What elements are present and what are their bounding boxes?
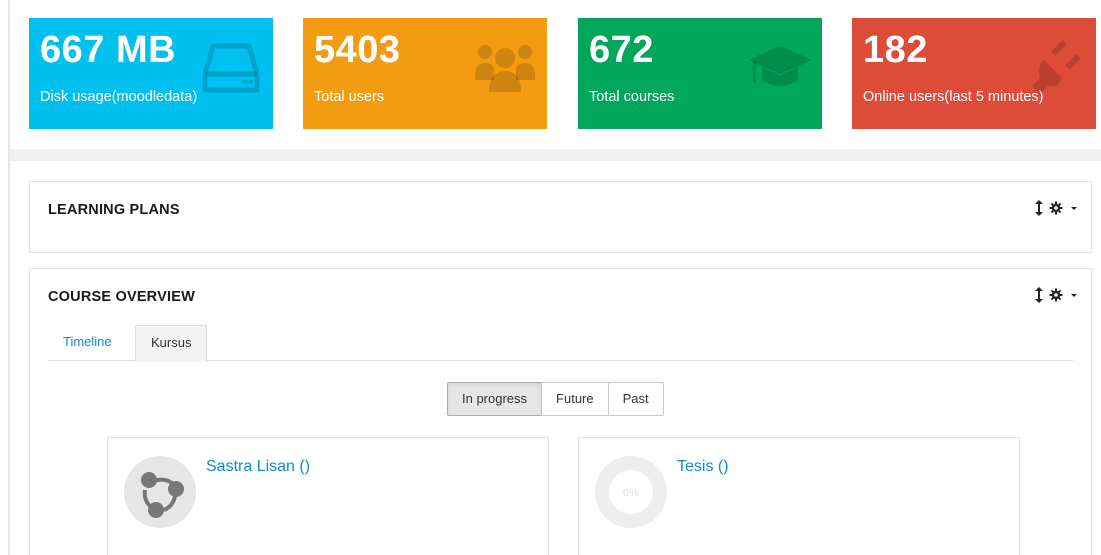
course-card: Sastra Lisan () <box>107 437 549 555</box>
stat-label: Online users(last 5 minutes) <box>863 89 1044 105</box>
stat-value: 5403 <box>314 29 401 71</box>
stat-label: Total courses <box>589 89 675 105</box>
stat-total-courses: 672 Total courses <box>578 18 822 129</box>
users-icon <box>475 45 535 92</box>
stat-value: 672 <box>589 29 654 71</box>
stat-label: Disk usage(moodledata) <box>40 89 198 105</box>
course-share-icon <box>124 456 196 528</box>
section-divider <box>10 149 1101 161</box>
plug-icon <box>1032 40 1081 94</box>
progress-label: 0% <box>623 487 639 499</box>
course-title-link[interactable]: Tesis () <box>677 458 729 476</box>
gear-icon[interactable] <box>1049 288 1063 302</box>
stat-online-users: 182 Online users(last 5 minutes) <box>852 18 1096 129</box>
move-icon[interactable] <box>1035 287 1043 303</box>
hard-drive-icon <box>202 43 260 93</box>
progress-ring: 0% <box>595 456 667 528</box>
tab-kursus[interactable]: Kursus <box>135 325 208 362</box>
graduation-cap-icon <box>748 46 812 86</box>
block-title: LEARNING PLANS <box>48 202 180 218</box>
filter-past-button[interactable]: Past <box>607 382 664 416</box>
stat-total-users: 5403 Total users <box>303 18 547 129</box>
block-controls <box>1035 287 1079 303</box>
learning-plans-block: LEARNING PLANS <box>29 181 1092 253</box>
gear-icon[interactable] <box>1049 201 1063 215</box>
course-title-link[interactable]: Sastra Lisan () <box>206 458 310 476</box>
filter-in-progress-button[interactable]: In progress <box>447 382 543 416</box>
stat-value: 182 <box>863 29 928 71</box>
course-overview-block: COURSE OVERVIEW Timeline Kursus In progr… <box>29 268 1092 555</box>
stat-label: Total users <box>314 89 385 105</box>
tab-timeline[interactable]: Timeline <box>48 325 127 361</box>
stat-value: 667 MB <box>40 29 177 71</box>
course-card: 0% Tesis () <box>578 437 1020 555</box>
move-icon[interactable] <box>1035 200 1043 216</box>
stat-disk-usage: 667 MB Disk usage(moodledata) <box>29 18 273 129</box>
chevron-down-icon[interactable] <box>1069 203 1079 213</box>
page-left-border <box>8 0 10 555</box>
filter-future-button[interactable]: Future <box>541 382 609 416</box>
block-title: COURSE OVERVIEW <box>48 289 195 305</box>
chevron-down-icon[interactable] <box>1069 290 1079 300</box>
course-filter-group: In progress Future Past <box>447 382 664 416</box>
block-controls <box>1035 200 1079 216</box>
course-overview-tabs: Timeline Kursus <box>48 325 1073 362</box>
